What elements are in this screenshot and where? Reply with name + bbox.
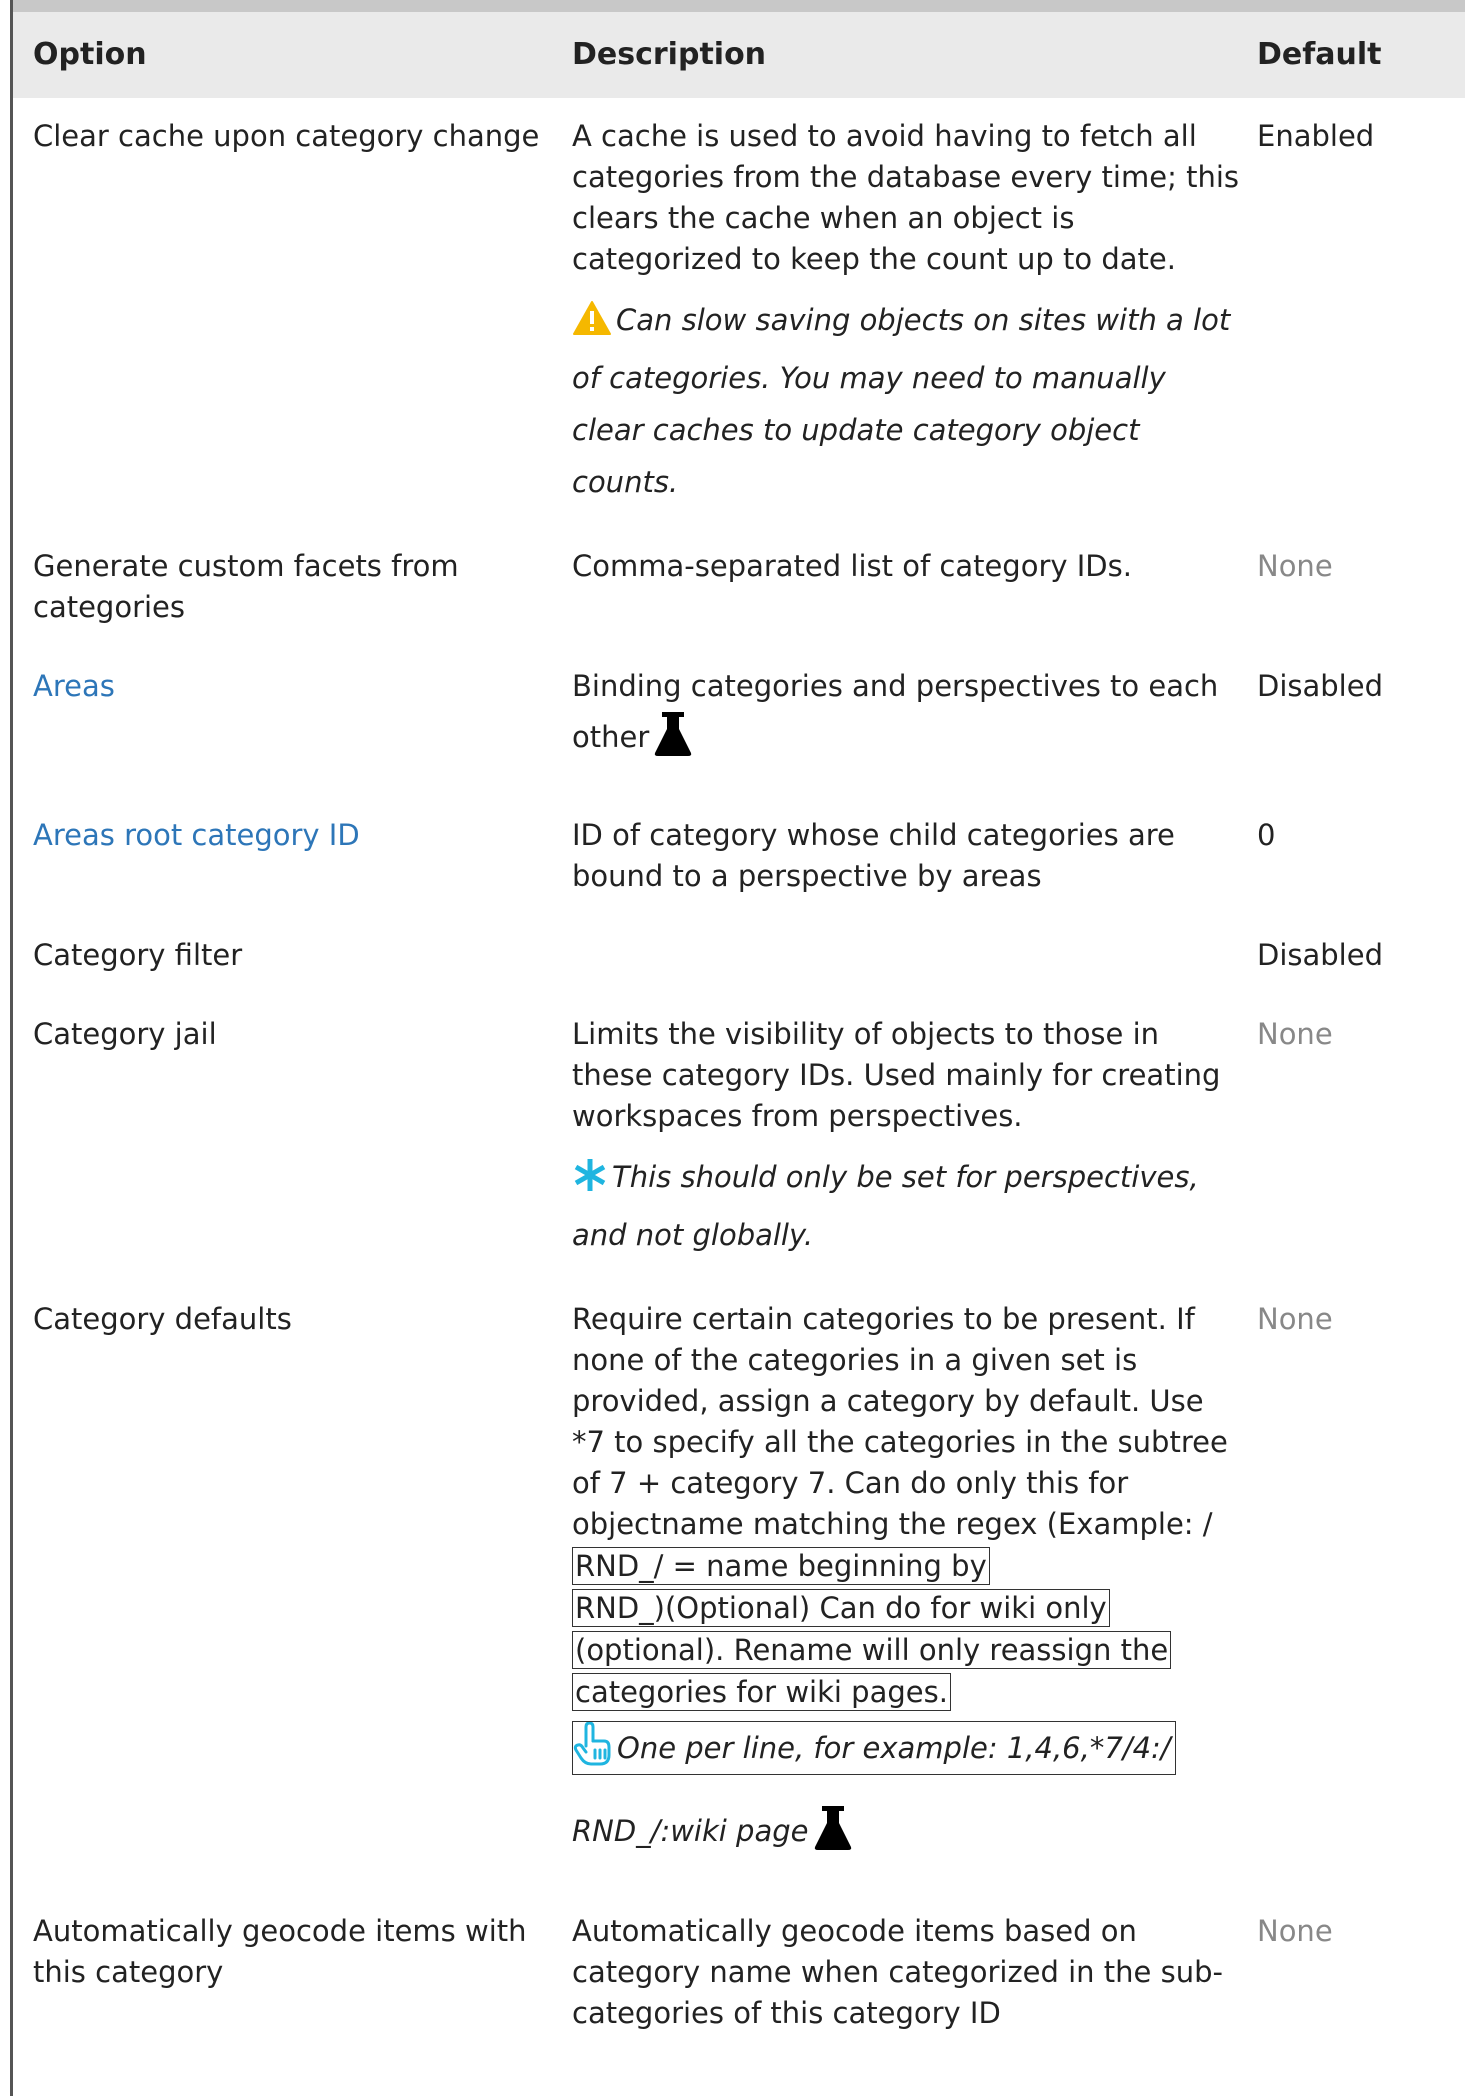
option-default: Enabled — [1257, 119, 1375, 153]
tip-line-2: RND_/:wiki page — [572, 1799, 1239, 1873]
table-header-row: Option Description Default — [13, 12, 1465, 98]
description-text: Require certain categories to be present… — [572, 1302, 1228, 1541]
option-link-areas-root[interactable]: Areas root category ID — [33, 818, 360, 852]
table-row: Areas Binding categories and perspective… — [13, 648, 1465, 797]
table-row: Category filter Disabled — [13, 917, 1465, 996]
option-default: None — [1257, 1302, 1333, 1336]
tip-text-2: RND_/:wiki page — [572, 1814, 809, 1848]
option-link-areas[interactable]: Areas — [33, 669, 115, 703]
option-description: ID of category whose child categories ar… — [572, 818, 1175, 893]
option-name: Generate custom facets from categories — [33, 549, 459, 624]
option-name: Category defaults — [33, 1302, 292, 1336]
option-default: None — [1257, 1017, 1333, 1051]
pointing-hand-icon — [573, 1721, 611, 1774]
description-text: A cache is used to avoid having to fetch… — [572, 119, 1239, 276]
page-edge — [0, 0, 10, 2096]
asterisk-icon — [572, 1157, 608, 1209]
option-description: A cache is used to avoid having to fetch… — [550, 98, 1247, 528]
top-band — [13, 0, 1465, 12]
header-default[interactable]: Default — [1247, 12, 1465, 98]
warning-triangle-icon — [572, 300, 612, 352]
regex-example-line: categories for wiki pages. — [572, 1673, 951, 1711]
option-default: 0 — [1257, 818, 1276, 852]
option-description: Binding categories and perspectives to e… — [550, 648, 1247, 797]
option-description: Automatically geocode items based on cat… — [572, 1914, 1223, 2030]
regex-example-block: RND_/ = name beginning by RND_)(Optional… — [572, 1545, 1239, 1713]
table-row: Category defaults Require certain catego… — [13, 1281, 1465, 1893]
option-description: Limits the visibility of objects to thos… — [550, 996, 1247, 1281]
header-option[interactable]: Option — [13, 12, 550, 98]
description-line2: other — [572, 707, 1239, 777]
flask-icon — [653, 711, 693, 777]
description-text: Limits the visibility of objects to thos… — [572, 1017, 1221, 1133]
option-name: Category jail — [33, 1017, 217, 1051]
option-name: Category filter — [33, 938, 243, 972]
tip-line-1: One per line, for example: 1,4,6,*7/4:/ — [572, 1721, 1176, 1775]
option-default: None — [1257, 549, 1333, 583]
table-row: Category jail Limits the visibility of o… — [13, 996, 1465, 1281]
table-row: Areas root category ID ID of category wh… — [13, 797, 1465, 917]
option-description: Require certain categories to be present… — [550, 1281, 1247, 1893]
option-name-cell: Areas root category ID — [13, 797, 550, 917]
option-name-cell: Areas — [13, 648, 550, 797]
option-default: Disabled — [1257, 938, 1383, 972]
flask-icon — [813, 1805, 853, 1873]
option-description: Comma-separated list of category IDs. — [572, 549, 1132, 583]
options-table-wrapper: Option Description Default Clear cache u… — [13, 12, 1465, 2054]
tip-text-1: One per line, for example: 1,4,6,*7/4:/ — [617, 1731, 1171, 1765]
option-default: Disabled — [1257, 669, 1383, 703]
option-default: None — [1257, 1914, 1333, 1948]
table-row: Clear cache upon category change A cache… — [13, 98, 1465, 528]
tip-note: One per line, for example: 1,4,6,*7/4:/ … — [572, 1721, 1239, 1873]
regex-example-line: RND_)(Optional) Can do for wiki only — [572, 1589, 1110, 1627]
note-text: This should only be set for perspectives… — [572, 1160, 1199, 1252]
option-description — [550, 917, 1247, 996]
regex-example-line: (optional). Rename will only reassign th… — [572, 1631, 1172, 1669]
warning-text: Can slow saving objects on sites with a … — [572, 303, 1231, 499]
table-row: Automatically geocode items with this ca… — [13, 1893, 1465, 2054]
option-name: Clear cache upon category change — [33, 119, 540, 153]
info-note: This should only be set for perspectives… — [572, 1151, 1239, 1261]
header-description[interactable]: Description — [550, 12, 1247, 98]
options-table: Option Description Default Clear cache u… — [13, 12, 1465, 2054]
option-name: Automatically geocode items with this ca… — [33, 1914, 527, 1989]
warning-note: Can slow saving objects on sites with a … — [572, 294, 1239, 508]
regex-example-line: RND_/ = name beginning by — [572, 1547, 990, 1585]
table-row: Generate custom facets from categories C… — [13, 528, 1465, 648]
description-text-part1: Binding categories and perspectives to e… — [572, 669, 1219, 703]
description-text-part2: other — [572, 720, 650, 754]
